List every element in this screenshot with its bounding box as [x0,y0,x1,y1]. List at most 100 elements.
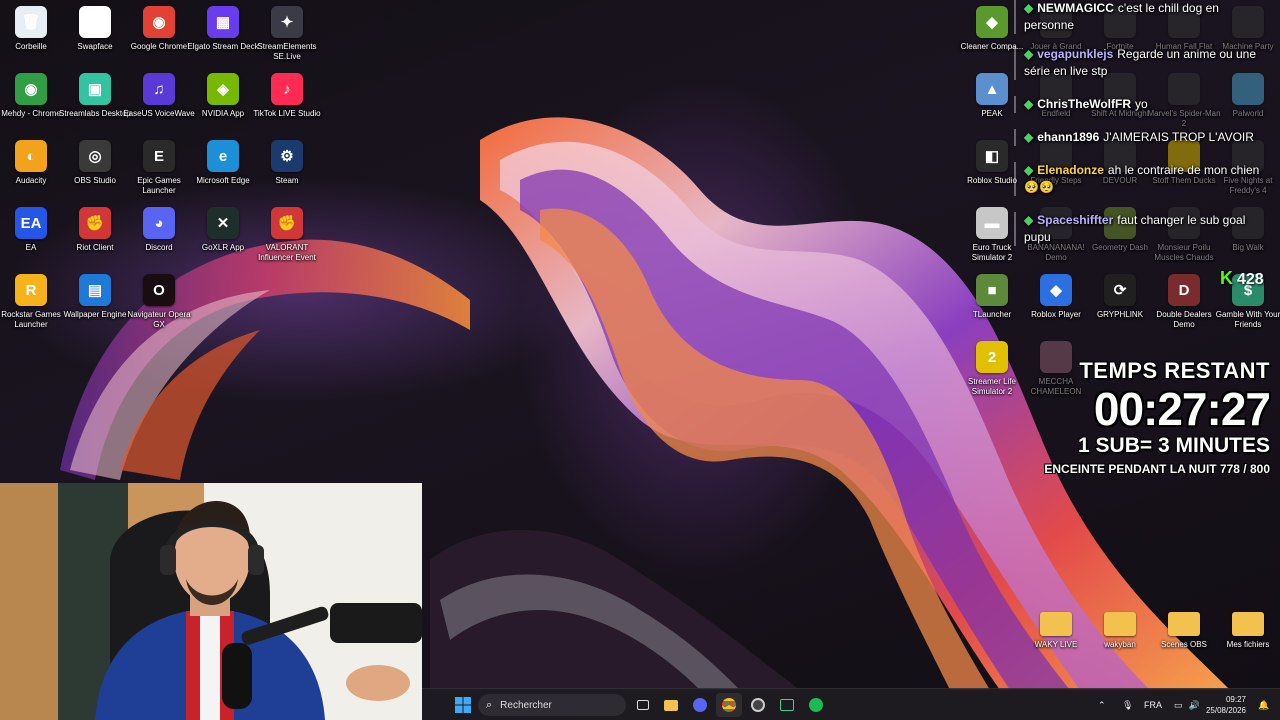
peak-icon: ▲ [976,73,1008,105]
language-indicator[interactable]: FRA [1144,689,1162,720]
shortcut-label: Discord [145,243,173,252]
desktop-shortcut[interactable]: D Double Dealers Demo [1153,270,1215,334]
desktop-shortcut[interactable]: e Microsoft Edge [192,136,254,200]
desktop-shortcut[interactable]: ✦ StreamElements SE.Live [256,2,318,66]
webcam-feed [0,483,422,720]
shortcut-label: WAKY LIVE [1034,640,1078,649]
shortcut-label: Euro Truck Simulator 2 [971,243,1013,262]
desktop-shortcut[interactable]: O Navigateur Opera GX [127,270,191,334]
microphone-tray-icon[interactable]: 🎙 [1122,689,1133,720]
shortcut-label: TikTok LIVE Studio [253,109,321,118]
desktop-shortcut[interactable]: EA EA [0,203,62,267]
nvidia-icon: ◈ [207,73,239,105]
microphone-icon: 🎙 [1122,699,1134,710]
shortcut-label: NVIDIA App [201,109,245,118]
start-button[interactable] [450,693,476,717]
sub-counter-value: 428 [1237,271,1264,288]
folder-icon [1168,612,1200,636]
desktop-shortcut[interactable]: ✊ VALORANT Influencer Event [256,203,318,267]
taskbar-clock[interactable]: 09:27 25/08/2026 [1206,694,1246,716]
desktop-shortcut[interactable]: ▤ Wallpaper Engine [64,270,126,334]
desktop-shortcut[interactable]: ⚙ Steam [256,136,318,200]
double-dealers-icon: D [1168,274,1200,306]
shortcut-label: GRYPHLINK [1096,310,1144,319]
desktop-shortcut[interactable]: Scenes OBS [1153,602,1215,666]
desktop-shortcut[interactable]: ◎ OBS Studio [64,136,126,200]
notifications-button[interactable]: 🔔 [1258,689,1269,720]
desktop-shortcut[interactable]: ▣ Streamlabs Desktop [59,69,131,133]
streamlabs-icon: ▣ [79,73,111,105]
shortcut-label: Microsoft Edge [196,176,250,185]
audacity-icon: ◐ [15,140,47,172]
desktop-shortcut[interactable]: ◉ Mehdy - Chrome [0,69,62,133]
chat-message: ◆ Spaceshiffter faut changer le sub goal p… [1014,212,1276,246]
chat-message: ◆ NEWMAGICC c'est le chill dog en personne [1014,0,1276,34]
timer-value: 00:27:27 [1093,383,1271,435]
desktop-shortcut[interactable]: ◐ Audacity [0,136,62,200]
folder-icon [1104,612,1136,636]
shortcut-label: Swapface [77,42,113,51]
riot-icon: ✊ [79,207,111,239]
chrome-icon [722,698,736,712]
timer-goal: ENCEINTE PENDANT LA NUIT 778 / 800 [1044,462,1270,476]
chrome-icon: ◉ [143,6,175,38]
chat-username: Elenadonze [1037,163,1104,177]
timer-rule: 1 SUB= 3 MINUTES [1078,434,1270,457]
desktop-shortcut[interactable]: ◕ Discord [128,203,190,267]
shortcut-label: Mes fichiers [1226,640,1270,649]
sub-counter: K 428 [1220,268,1278,294]
desktop-shortcut[interactable]: ♪ TikTok LIVE Studio [253,69,321,133]
desktop-shortcut[interactable]: ▦ Elgato Stream Deck [187,2,259,66]
chat-text: yo [1135,97,1148,111]
chat-message: ◆ vegapunklejs Regarde un anime ou une sér… [1014,46,1276,80]
desktop-shortcut[interactable]: ◆ Roblox Player [1025,270,1087,334]
webcam-image [0,483,422,720]
desktop-shortcut[interactable]: E Epic Games Launcher [128,136,190,200]
desktop-shortcut[interactable]: 🗑 Corbeille [0,2,62,66]
goxlr-taskbar-button[interactable] [774,693,800,717]
sub-badge-icon: ◆ [1024,47,1034,61]
shortcut-label: Streamer Life Simulator 2 [967,377,1017,396]
desktop-shortcut[interactable]: ⟳ GRYPHLINK [1089,270,1151,334]
desktop-shortcut[interactable]: ♫ EaseUS VoiceWave [123,69,195,133]
desktop-shortcut[interactable]: ✕ GoXLR App [192,203,254,267]
recycle-bin-icon: 🗑 [15,6,47,38]
shortcut-label: VALORANT Influencer Event [258,243,316,262]
se-live-icon: ✦ [271,6,303,38]
desktop-shortcut[interactable]: ◼ Swapface [64,2,126,66]
sub-badge-icon: ◆ [1024,130,1034,144]
tray-overflow-button[interactable]: ⌃ [1098,689,1106,720]
chat-username: ehann1896 [1037,130,1100,144]
desktop-shortcut[interactable]: WAKY LIVE [1025,602,1087,666]
wallpaper-engine-icon: ▤ [79,274,111,306]
task-view-icon [637,700,649,710]
desktop-shortcut[interactable]: Mes fichiers [1217,602,1279,666]
task-view-button[interactable] [630,693,656,717]
roblox-player-icon: ◆ [1040,274,1072,306]
desktop-shortcut[interactable]: 2 Streamer Life Simulator 2 [961,337,1023,401]
discord-taskbar-button[interactable] [687,693,713,717]
clock-time: 09:27 [1225,695,1246,704]
notification-bell-icon: 🔔 [1258,699,1270,710]
taskbar-search-box[interactable]: ⌕ Rechercher [478,694,626,716]
obs-taskbar-button[interactable] [745,693,771,717]
shortcut-label: Streamlabs Desktop [58,109,132,118]
shortcut-label: Navigateur Opera GX [127,310,191,329]
chrome-taskbar-button[interactable] [716,693,742,717]
file-explorer-button[interactable] [658,693,684,717]
desktop-shortcut[interactable]: ◉ Google Chrome [128,2,190,66]
desktop-shortcut[interactable]: ◈ NVIDIA App [192,69,254,133]
goxlr-icon: ✕ [207,207,239,239]
quick-settings-button[interactable]: ▭ 🔊 [1174,689,1200,720]
euro-truck-icon: ▬ [976,207,1008,239]
chat-message: ◆ ChrisTheWolfFR yo [1014,96,1276,113]
edge-icon: e [207,140,239,172]
folder-icon [1232,612,1264,636]
desktop-shortcut[interactable]: ■ TLauncher [961,270,1023,334]
spotify-taskbar-button[interactable] [803,693,829,717]
desktop-shortcut[interactable]: ✊ Riot Client [64,203,126,267]
search-icon: ⌕ [486,698,493,711]
desktop-shortcut[interactable]: R Rockstar Games Launcher [0,270,62,334]
desktop-shortcut[interactable]: wakyban [1089,602,1151,666]
taskbar: ⌕ Rechercher ⌃ 🎙 FRA ▭ 🔊 09:27 25/08/202… [422,688,1280,720]
